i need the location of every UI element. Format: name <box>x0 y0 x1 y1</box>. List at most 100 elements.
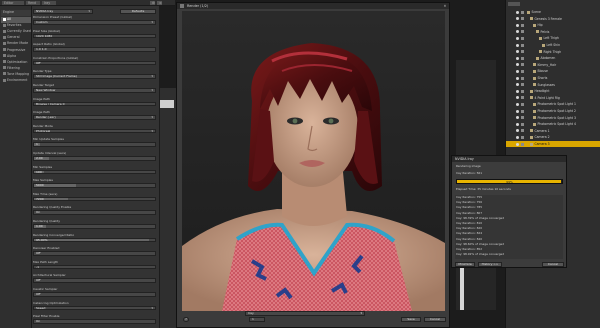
scene-item[interactable]: Camera 1 <box>506 128 600 134</box>
lock-icon[interactable] <box>521 43 524 47</box>
scene-menu-icon[interactable] <box>508 2 520 6</box>
render-select[interactable]: Iray ▾ <box>245 311 365 316</box>
gear-icon[interactable]: ⚙ <box>150 1 155 5</box>
category-item[interactable]: Currently Used <box>1 29 31 35</box>
minimize-button[interactable]: Minimize <box>455 262 475 267</box>
scene-item[interactable]: Abdomen <box>506 55 600 61</box>
param-field[interactable]: 7200 <box>33 196 156 202</box>
lock-icon[interactable] <box>521 76 524 80</box>
eye-icon[interactable] <box>516 17 519 21</box>
lock-icon[interactable] <box>521 109 524 113</box>
scene-item[interactable]: Photometric Spot Light 2 <box>506 108 600 114</box>
category-item[interactable]: Progressive <box>1 48 31 54</box>
scene-item[interactable]: Left Shin <box>506 42 600 48</box>
param-field[interactable]: 2.00 <box>33 156 156 161</box>
eye-icon[interactable] <box>516 76 519 80</box>
lock-icon[interactable] <box>521 122 524 126</box>
history-button[interactable]: History >> <box>478 262 502 267</box>
param-field[interactable]: 100 <box>33 169 156 175</box>
category-item[interactable]: General <box>1 35 31 41</box>
scene-item[interactable]: Left Thigh <box>506 35 600 41</box>
param-field[interactable]: Off <box>33 60 156 66</box>
eye-icon[interactable] <box>516 109 519 113</box>
scene-item[interactable]: Photometric Spot Light 1 <box>506 101 600 107</box>
lock-icon[interactable] <box>521 10 524 14</box>
lock-icon[interactable] <box>521 17 524 21</box>
scene-item[interactable]: Hip <box>506 22 600 28</box>
lock-icon[interactable] <box>521 23 524 27</box>
eye-icon[interactable] <box>516 23 519 27</box>
lock-icon[interactable] <box>521 63 524 67</box>
lock-icon[interactable] <box>521 89 524 93</box>
lock-icon[interactable] <box>521 36 524 40</box>
tab-iray[interactable]: Iray <box>42 1 56 5</box>
scene-item[interactable]: Right Thigh <box>506 49 600 55</box>
scene-item[interactable]: Camera 2 <box>506 134 600 140</box>
tab-editor[interactable]: Editor <box>2 1 24 5</box>
param-field[interactable]: Off <box>33 278 156 283</box>
status-cancel-button[interactable]: Cancel <box>542 262 564 267</box>
eye-icon[interactable] <box>516 102 519 106</box>
scene-item[interactable]: Photometric Spot Light 3 <box>506 115 600 121</box>
lock-icon[interactable] <box>521 135 524 139</box>
param-field[interactable]: Off <box>33 292 156 297</box>
eye-icon[interactable] <box>516 129 519 133</box>
category-item[interactable]: Filtering <box>1 66 31 72</box>
eye-icon[interactable] <box>516 10 519 14</box>
lock-icon[interactable] <box>521 30 524 34</box>
scene-item[interactable]: Blouse <box>506 68 600 74</box>
scene-item[interactable]: Photometric Spot Light 4 <box>506 121 600 127</box>
scene-item[interactable]: Kimmy_Hair <box>506 62 600 68</box>
save-button[interactable]: Save <box>401 317 421 322</box>
eye-icon[interactable] <box>516 96 519 100</box>
lock-icon[interactable] <box>521 102 524 106</box>
defaults-button[interactable]: Defaults <box>120 9 156 14</box>
engine-select[interactable]: NVIDIA Iray ▾ <box>33 9 93 14</box>
scene-item[interactable]: Headlight <box>506 88 600 94</box>
scene-item[interactable]: Scene <box>506 9 600 15</box>
param-field[interactable]: 1.00 <box>33 224 156 229</box>
eye-icon[interactable] <box>516 56 519 60</box>
category-item[interactable]: All <box>1 17 31 23</box>
lock-icon[interactable] <box>521 96 524 100</box>
param-field[interactable]: 1.0 1.0 <box>33 47 156 52</box>
cancel-button[interactable]: Cancel <box>424 317 446 322</box>
history-select[interactable]: 1 <box>249 317 265 322</box>
eye-icon[interactable] <box>516 142 519 146</box>
lock-icon[interactable] <box>521 129 524 133</box>
eye-icon[interactable] <box>516 122 519 126</box>
category-item[interactable]: Favorites <box>1 23 31 29</box>
scene-item[interactable]: Genesis 3 Female <box>506 16 600 22</box>
eye-icon[interactable] <box>516 116 519 120</box>
eye-icon[interactable] <box>516 36 519 40</box>
scene-item[interactable]: Shorts <box>506 75 600 81</box>
category-item[interactable]: Tone Mapping <box>1 72 31 78</box>
param-field[interactable]: Off <box>33 251 156 256</box>
param-field[interactable]: On <box>33 319 156 324</box>
lock-icon[interactable] <box>521 69 524 73</box>
param-field[interactable]: 1 <box>33 142 156 147</box>
eye-icon[interactable] <box>516 135 519 139</box>
param-field[interactable]: 5000 <box>33 183 156 188</box>
param-field[interactable]: Render (.exr) ▾ <box>33 115 156 120</box>
scene-item[interactable]: 4 Point Light Rig <box>506 95 600 101</box>
eye-icon[interactable] <box>516 63 519 67</box>
menu-icon[interactable]: ≡ <box>157 1 162 5</box>
param-field[interactable]: 95.00% <box>33 237 156 243</box>
eye-icon[interactable] <box>516 50 519 54</box>
category-item[interactable]: Optimization <box>1 60 31 66</box>
eye-icon[interactable] <box>516 30 519 34</box>
param-field[interactable]: Photoreal ▾ <box>33 128 156 134</box>
lock-icon[interactable] <box>521 83 524 87</box>
lock-icon[interactable] <box>521 142 524 146</box>
lock-icon[interactable] <box>521 116 524 120</box>
category-item[interactable]: Environment <box>1 78 31 84</box>
eye-icon[interactable] <box>516 89 519 93</box>
eye-icon[interactable] <box>516 43 519 47</box>
param-field[interactable]: New Window ▾ <box>33 88 156 93</box>
lock-icon[interactable] <box>521 56 524 60</box>
scene-item[interactable]: Camera 3 <box>506 141 600 148</box>
param-field[interactable]: Custom ▾ <box>33 20 156 25</box>
lock-icon[interactable] <box>521 50 524 54</box>
scene-item[interactable]: Sunglasses <box>506 82 600 88</box>
